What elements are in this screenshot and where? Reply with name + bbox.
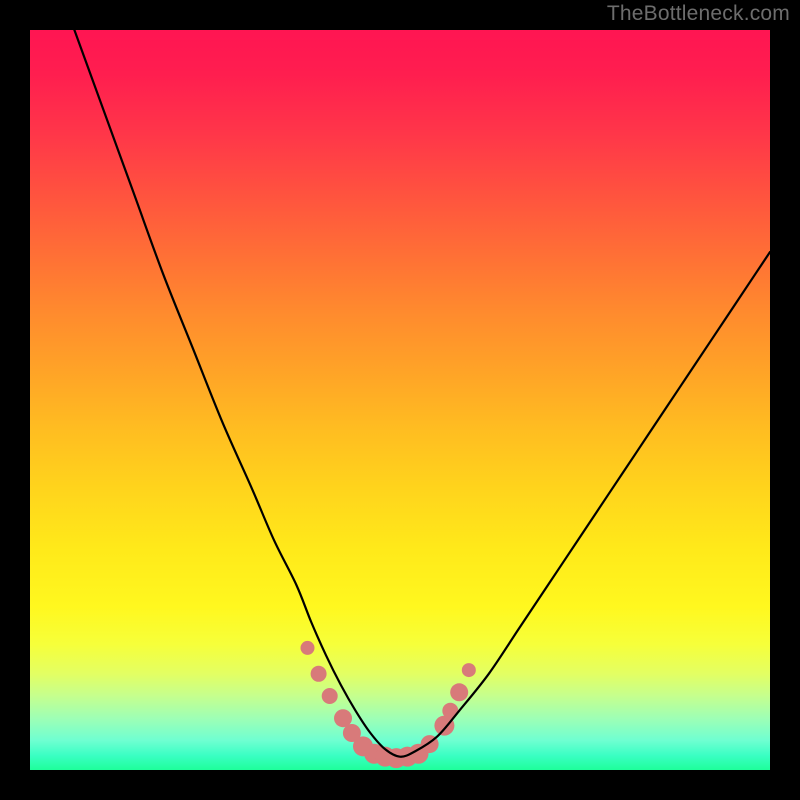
bottleneck-curve — [74, 30, 770, 757]
watermark-text: TheBottleneck.com — [607, 2, 790, 26]
chart-frame: TheBottleneck.com — [0, 0, 800, 800]
marker-dot — [301, 641, 315, 655]
plot-area — [30, 30, 770, 770]
marker-dot — [311, 666, 327, 682]
marker-dot — [450, 683, 468, 701]
curve-markers — [301, 641, 476, 768]
marker-dot — [462, 663, 476, 677]
curve-layer — [30, 30, 770, 770]
marker-dot — [322, 688, 338, 704]
